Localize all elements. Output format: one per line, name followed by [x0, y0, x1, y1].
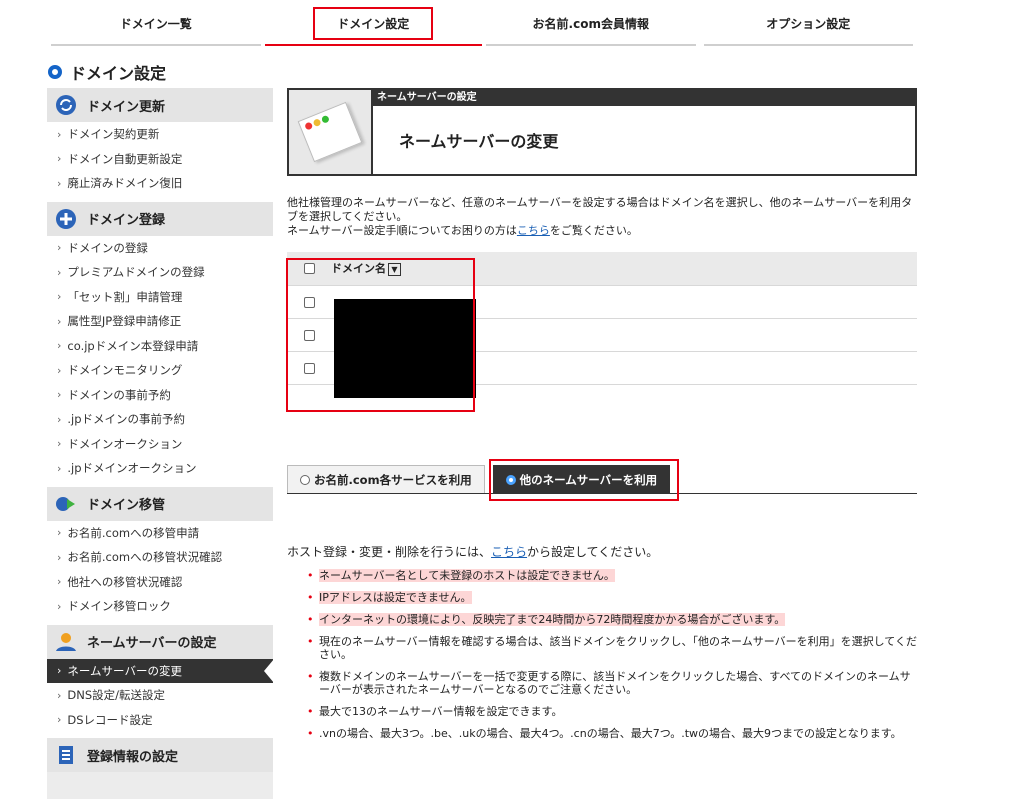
top-nav: ドメイン一覧 ドメイン設定 お名前.com会員情報 オプション設定 — [47, 0, 917, 46]
refresh-icon — [56, 95, 76, 115]
list-item: インターネットの環境により、反映完了まで24時間から72時間程度かかる場合がござ… — [307, 613, 917, 626]
tab-domain-list[interactable]: ドメイン一覧 — [47, 0, 265, 46]
highlight-other-ns-tab — [489, 459, 679, 501]
radio-icon — [300, 474, 310, 485]
sidebar-item-jp-fix[interactable]: 属性型JP登録申請修正 — [47, 309, 273, 334]
panel-caption: ネームサーバーの設定 — [373, 90, 915, 106]
sidebar-item-transfer-request[interactable]: お名前.comへの移管申請 — [47, 520, 273, 545]
sidebar-item-preorder[interactable]: ドメインの事前予約 — [47, 382, 273, 407]
window-icon — [289, 90, 373, 174]
transfer-icon — [56, 496, 75, 511]
sidebar-section-transfer: ドメイン移管 — [47, 486, 273, 521]
list-item: 複数ドメインのネームサーバーを一括で変更する際に、該当ドメインをクリックした場合… — [307, 670, 917, 696]
sidebar-item-monitoring[interactable]: ドメインモニタリング — [47, 358, 273, 383]
panel-title: ネームサーバーの変更 — [399, 132, 559, 151]
sidebar-item-jp-auction[interactable]: .jpドメインオークション — [47, 456, 273, 481]
host-instruction: ホスト登録・変更・削除を行うには、こちらから設定してください。 — [287, 545, 659, 559]
sidebar-item-dns[interactable]: DNS設定/転送設定 — [47, 683, 273, 708]
sidebar-item-auction[interactable]: ドメインオークション — [47, 431, 273, 456]
sidebar-section-nameserver: ネームサーバーの設定 — [47, 624, 273, 659]
sidebar-item-premium[interactable]: プレミアムドメインの登録 — [47, 260, 273, 285]
list-item: ネームサーバー名として未登録のホストは設定できません。 — [307, 569, 917, 582]
sidebar-item-jp-preorder[interactable]: .jpドメインの事前予約 — [47, 407, 273, 432]
sidebar-section-registrant: 登録情報の設定 — [47, 738, 273, 772]
document-icon — [59, 746, 73, 764]
list-item: .vnの場合、最大3つ。.be、.ukの場合、最大4つ。.cnの場合、最大7つ。… — [307, 727, 917, 740]
highlight-domain-list — [286, 258, 475, 412]
sidebar-item-transfer-status[interactable]: お名前.comへの移管状況確認 — [47, 545, 273, 570]
sidebar-item-transfer-lock[interactable]: ドメイン移管ロック — [47, 594, 273, 619]
tab-member-info[interactable]: お名前.com会員情報 — [482, 0, 700, 46]
sidebar-item-ds-record[interactable]: DSレコード設定 — [47, 707, 273, 732]
sidebar-item-nameserver-change[interactable]: ネームサーバーの変更 — [47, 658, 273, 683]
sidebar: ドメイン更新 ドメイン契約更新 ドメイン自動更新設定 廃止済みドメイン復旧 ドメ… — [47, 88, 273, 799]
description: 他社様管理のネームサーバーなど、任意のネームサーバーを設定する場合はドメイン名を… — [287, 196, 913, 237]
plus-icon — [56, 208, 76, 229]
host-link[interactable]: こちら — [491, 545, 527, 559]
sidebar-item-set-discount[interactable]: 「セット割」申請管理 — [47, 284, 273, 309]
sidebar-section-registration: ドメイン登録 — [47, 201, 273, 236]
tab-domain-settings[interactable]: ドメイン設定 — [264, 0, 483, 46]
list-item: IPアドレスは設定できません。 — [307, 591, 917, 604]
sidebar-item-outbound-status[interactable]: 他社への移管状況確認 — [47, 569, 273, 594]
circle-icon — [48, 65, 62, 79]
user-icon — [56, 632, 76, 651]
tab-option-settings[interactable]: オプション設定 — [700, 0, 918, 46]
sidebar-item-restore[interactable]: 廃止済みドメイン復旧 — [47, 171, 273, 196]
sidebar-section-renewal: ドメイン更新 — [47, 88, 273, 122]
panel-header: ネームサーバーの設定 ネームサーバーの変更 — [287, 88, 917, 176]
sidebar-item-contract-renewal[interactable]: ドメイン契約更新 — [47, 122, 273, 147]
list-item: 最大で13のネームサーバー情報を設定できます。 — [307, 705, 917, 718]
sidebar-item-auto-renewal[interactable]: ドメイン自動更新設定 — [47, 146, 273, 171]
sidebar-item-register[interactable]: ドメインの登録 — [47, 235, 273, 260]
help-link[interactable]: こちら — [517, 224, 550, 237]
sidebar-item-cojp[interactable]: co.jpドメイン本登録申請 — [47, 333, 273, 358]
tab-onamae-services[interactable]: お名前.com各サービスを利用 — [287, 465, 485, 493]
notes-list: ネームサーバー名として未登録のホストは設定できません。 IPアドレスは設定できま… — [307, 569, 917, 749]
list-item: 現在のネームサーバー情報を確認する場合は、該当ドメインをクリックし、「他のネーム… — [307, 635, 917, 661]
page-title: ドメイン設定 — [48, 60, 166, 84]
